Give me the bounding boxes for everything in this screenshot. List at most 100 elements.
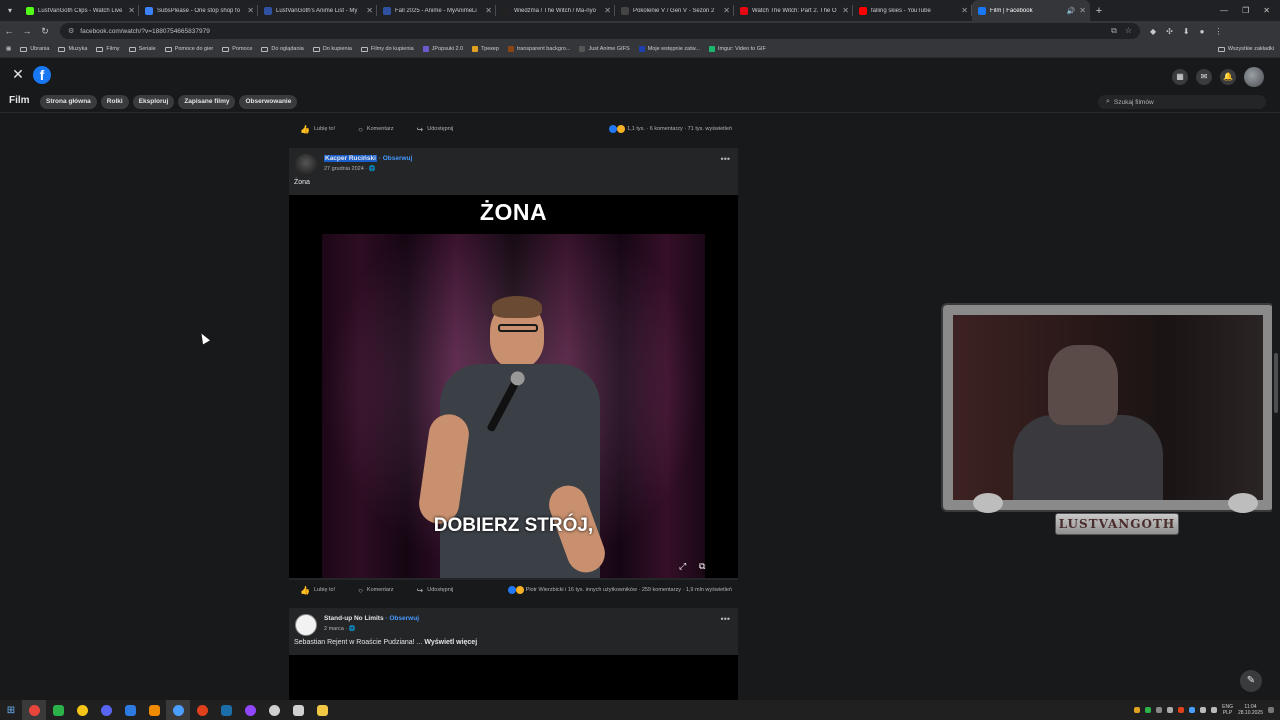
bookmark-folder[interactable]: Ubrania [20,46,49,52]
notifications-icon[interactable]: 🔔 [1220,69,1236,85]
new-tab-button[interactable]: + [1090,5,1108,17]
explorer-taskbar-icon[interactable] [310,700,334,720]
app-taskbar-icon[interactable] [166,700,190,720]
tab-close-icon[interactable]: ✕ [723,6,730,15]
menu-grid-icon[interactable]: ▦ [1172,69,1188,85]
bookmark-folder[interactable]: Seriale [128,46,156,52]
comment-button[interactable]: ○ Komentarz [358,586,393,595]
more-options-icon[interactable]: ••• [721,154,730,164]
network-icon[interactable] [1200,707,1207,713]
bookmark-item[interactable]: Moje wstępnie zatw... [638,46,700,52]
search-videos-input[interactable]: ⌕ Szukaj filmów [1098,95,1266,109]
like-button[interactable]: 👍 Lubię to! [300,586,335,595]
browser-tab[interactable]: Film | Facebook 🔊 ✕ [972,0,1090,21]
obs-taskbar-icon[interactable] [262,700,286,720]
browser-tab[interactable]: Wiedźma / The Witch / Ma-nyo ✕ [496,0,615,21]
follow-button[interactable]: · Obserwuj [385,615,419,622]
bookmark-folder[interactable]: Pomoce [222,46,252,52]
tray-icon[interactable] [1189,707,1196,713]
post-stats[interactable]: 1,1 tys. · 6 komentarzy · 71 tys. wyświe… [609,125,732,133]
browser-tab[interactable]: falling skies - YouTube ✕ [853,0,972,21]
tab-close-icon[interactable]: ✕ [366,6,373,15]
browser-tab[interactable]: SubsPlease - One stop shop fo ✕ [139,0,258,21]
tray-icon[interactable] [1156,707,1163,713]
tab-rolki[interactable]: Rolki [100,95,129,109]
forward-icon[interactable]: → [18,26,36,36]
tray-icon[interactable] [1178,707,1185,713]
app-taskbar-icon[interactable] [46,700,70,720]
site-info-icon[interactable]: ⚙ [68,27,74,35]
compose-icon[interactable]: ✎ [1240,670,1262,692]
bookmark-star-icon[interactable]: ☆ [1125,26,1132,36]
bookmark-item[interactable]: Трекер [472,46,499,52]
downloads-icon[interactable]: ⬇ [1183,27,1190,36]
clock[interactable]: 11:04 28.10.2025 [1238,704,1263,716]
browser-tab[interactable]: LustVanGoth's Anime List - My ✕ [258,0,377,21]
url-input[interactable]: ⚙ facebook.com/watch/?v=1880754665837979… [60,23,1140,39]
bookmark-item[interactable]: Imgur: Video to GIF [709,46,766,52]
tray-icon[interactable] [1134,707,1141,713]
tab-close-icon[interactable]: ✕ [1079,6,1086,15]
extensions-puzzle-icon[interactable]: ✣ [1166,27,1173,36]
author-link[interactable]: Stand-up No Limits [324,615,384,622]
audio-playing-icon[interactable]: 🔊 [1067,7,1076,15]
apps-icon[interactable]: ▦ [6,46,11,52]
app-taskbar-icon[interactable] [70,700,94,720]
reload-icon[interactable]: ↻ [36,26,54,37]
tray-icon[interactable] [1167,707,1174,713]
discord-taskbar-icon[interactable] [94,700,118,720]
author-avatar[interactable] [295,614,317,636]
browser-menu-icon[interactable]: ⋮ [1214,27,1222,36]
back-icon[interactable]: ← [0,26,18,36]
avatar[interactable] [1244,67,1264,87]
scroll-thumb[interactable] [1274,353,1278,413]
close-window-icon[interactable]: ✕ [1263,6,1270,15]
browser-tab[interactable]: LustVanGoth Clips - Watch Live ✕ [20,0,139,21]
extension-icon[interactable]: ◆ [1150,27,1156,36]
messenger-icon[interactable]: ✉ [1196,69,1212,85]
follow-button[interactable]: · Obserwuj [379,155,413,162]
notification-center-icon[interactable] [1268,707,1274,713]
pip-icon[interactable]: ⧉ [699,561,705,572]
volume-icon[interactable] [1211,707,1218,713]
bookmark-folder[interactable]: Muzyka [58,46,87,52]
tab-close-icon[interactable]: ✕ [247,6,254,15]
minimize-icon[interactable]: — [1220,6,1228,15]
chrome-taskbar-icon[interactable] [22,700,46,720]
fullscreen-icon[interactable]: ⤢ [679,561,686,572]
tab-close-icon[interactable]: ✕ [604,6,611,15]
browser-tab[interactable]: Fall 2025 - Anime - MyAnimeLi ✕ [377,0,496,21]
close-icon[interactable]: ✕ [11,67,25,81]
tray-icon[interactable] [1145,707,1152,713]
comment-button[interactable]: ○ Komentarz [358,125,393,134]
author-link[interactable]: Kacper Ruciński [324,155,377,162]
tab-eksploruj[interactable]: Eksploruj [132,95,175,109]
language-indicator[interactable]: ENG PLP [1222,704,1233,716]
bookmark-item[interactable]: Just Anime GIFS [579,46,630,52]
bookmark-folder[interactable]: Do kupienia [312,46,352,52]
steam-taskbar-icon[interactable] [214,700,238,720]
tab-close-icon[interactable]: ✕ [842,6,849,15]
facebook-logo[interactable]: f [33,66,51,84]
tab-close-icon[interactable]: ✕ [485,6,492,15]
more-options-icon[interactable]: ••• [721,614,730,624]
app-taskbar-icon[interactable] [190,700,214,720]
browser-tab[interactable]: Watch The Witch: Part 2. The O ✕ [734,0,853,21]
bookmark-item[interactable]: transparent backgro... [507,46,570,52]
profile-icon[interactable]: ● [1200,27,1205,36]
like-button[interactable]: 👍 Lubię to! [300,125,335,134]
windows-start-icon[interactable]: ⊞ [0,705,22,716]
maximize-icon[interactable]: ❐ [1242,6,1249,15]
page-scrollbar[interactable] [1272,113,1280,693]
all-bookmarks[interactable]: Wszystkie zakładki [1217,46,1274,52]
tab-strona-główna[interactable]: Strona główna [40,95,97,109]
app-taskbar-icon[interactable] [118,700,142,720]
post-date[interactable]: 27 grudnia 2024 · 🌐 [324,166,376,172]
author-avatar[interactable] [295,154,317,176]
post-date[interactable]: 2 marca · 🌐 [324,626,356,632]
app-taskbar-icon[interactable] [238,700,262,720]
video-player[interactable]: ŻONA DOBIERZ STRÓJ, ⤢ ⧉ [289,195,738,578]
bookmark-folder[interactable]: Do oglądania [261,46,304,52]
see-more-link[interactable]: Wyświetl więcej [424,639,477,646]
tab-obserwowanie[interactable]: Obserwowanie [239,95,298,109]
